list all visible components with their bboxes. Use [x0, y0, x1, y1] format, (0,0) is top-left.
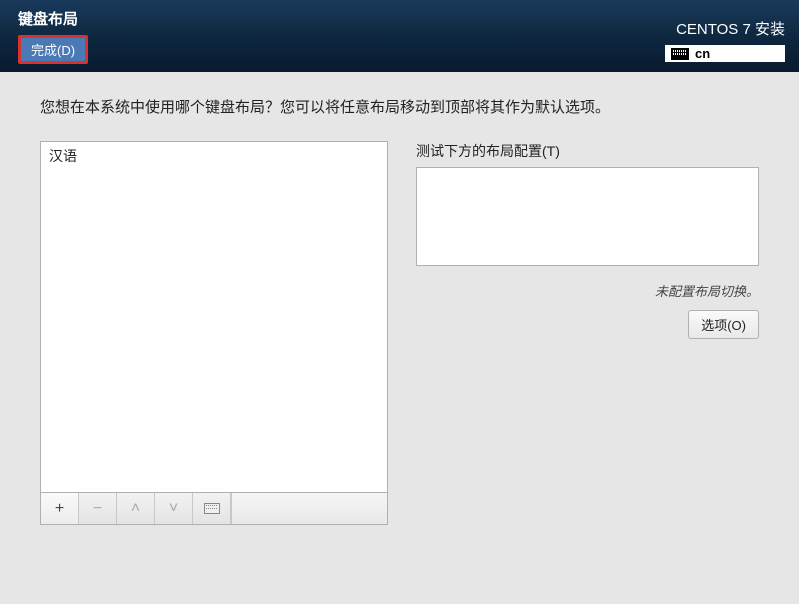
keyboard-preview-button[interactable] [193, 493, 231, 524]
remove-layout-button[interactable]: − [79, 493, 117, 524]
layout-list[interactable]: 汉语 [40, 141, 388, 493]
instruction-text: 您想在本系统中使用哪个键盘布局？您可以将任意布局移动到顶部将其作为默认选项。 [40, 96, 759, 117]
add-layout-button[interactable]: + [41, 493, 79, 524]
header-right: CENTOS 7 安装 cn [665, 18, 785, 62]
header-bar: 键盘布局 完成(D) CENTOS 7 安装 cn [0, 0, 799, 72]
lang-indicator[interactable]: cn [665, 45, 785, 62]
test-label: 测试下方的布局配置(T) [416, 141, 759, 161]
left-panel: 汉语 + − ˄ ˅ [40, 141, 388, 525]
done-button[interactable]: 完成(D) [18, 35, 88, 64]
test-input[interactable] [416, 167, 759, 266]
lang-code: cn [695, 46, 710, 61]
toolbar-spacer [231, 493, 387, 524]
install-title: CENTOS 7 安装 [665, 18, 785, 39]
options-row: 选项(O) [416, 310, 759, 339]
panels: 汉语 + − ˄ ˅ 测试下方的布局配置(T) 未配置布局切换。 选项(O) [40, 141, 759, 525]
layout-toolbar: + − ˄ ˅ [40, 493, 388, 525]
move-up-button[interactable]: ˄ [117, 493, 155, 524]
options-button[interactable]: 选项(O) [688, 310, 759, 339]
content-area: 您想在本系统中使用哪个键盘布局？您可以将任意布局移动到顶部将其作为默认选项。 汉… [0, 72, 799, 525]
keyboard-icon [204, 503, 220, 514]
list-item[interactable]: 汉语 [41, 142, 387, 170]
move-down-button[interactable]: ˅ [155, 493, 193, 524]
keyboard-icon [671, 48, 689, 60]
right-panel: 测试下方的布局配置(T) 未配置布局切换。 选项(O) [416, 141, 759, 525]
switch-status: 未配置布局切换。 [416, 281, 759, 300]
